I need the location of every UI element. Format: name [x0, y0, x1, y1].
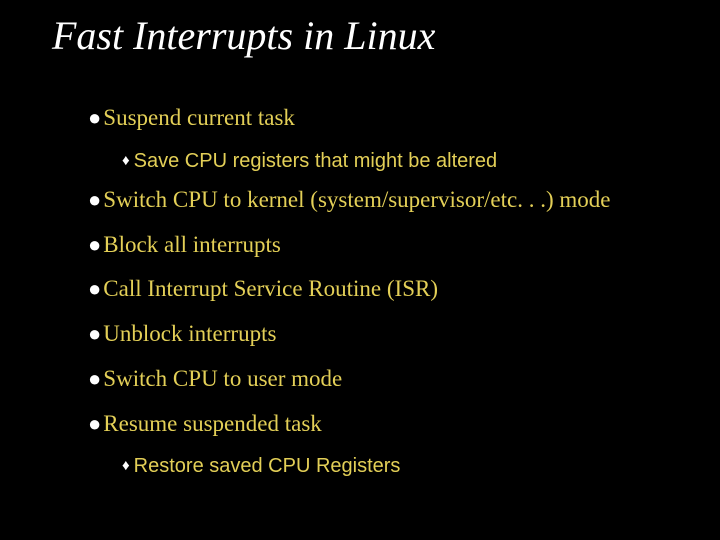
list-item-text: Unblock interrupts — [103, 320, 276, 349]
bullet-icon: ● — [88, 107, 101, 129]
list-item-text: Switch CPU to user mode — [103, 365, 342, 394]
list-item-text: Call Interrupt Service Routine (ISR) — [103, 275, 438, 304]
slide-body: ● Suspend current task ♦ Save CPU regist… — [88, 104, 680, 479]
list-item: ● Block all interrupts — [88, 231, 680, 260]
bullet-icon: ● — [88, 413, 101, 435]
list-item: ● Unblock interrupts — [88, 320, 680, 349]
diamond-icon: ♦ — [122, 456, 130, 476]
slide-title: Fast Interrupts in Linux — [52, 14, 680, 58]
list-item: ● Resume suspended task — [88, 410, 680, 439]
list-item: ● Suspend current task — [88, 104, 680, 133]
list-subitem: ♦ Restore saved CPU Registers — [122, 454, 680, 479]
list-subitem: ♦ Save CPU registers that might be alter… — [122, 149, 680, 174]
list-subitem-text: Save CPU registers that might be altered — [134, 149, 498, 174]
list-item-text: Resume suspended task — [103, 410, 321, 439]
list-item: ● Switch CPU to user mode — [88, 365, 680, 394]
diamond-icon: ♦ — [122, 151, 130, 171]
list-item-text: Switch CPU to kernel (system/supervisor/… — [103, 186, 610, 215]
list-item-text: Block all interrupts — [103, 231, 281, 260]
bullet-icon: ● — [88, 323, 101, 345]
list-item: ● Call Interrupt Service Routine (ISR) — [88, 275, 680, 304]
list-item: ● Switch CPU to kernel (system/superviso… — [88, 186, 680, 215]
slide: Fast Interrupts in Linux ● Suspend curre… — [0, 0, 720, 540]
bullet-icon: ● — [88, 278, 101, 300]
list-item-text: Suspend current task — [103, 104, 295, 133]
bullet-icon: ● — [88, 368, 101, 390]
list-subitem-text: Restore saved CPU Registers — [134, 454, 401, 479]
bullet-icon: ● — [88, 189, 101, 211]
bullet-icon: ● — [88, 234, 101, 256]
